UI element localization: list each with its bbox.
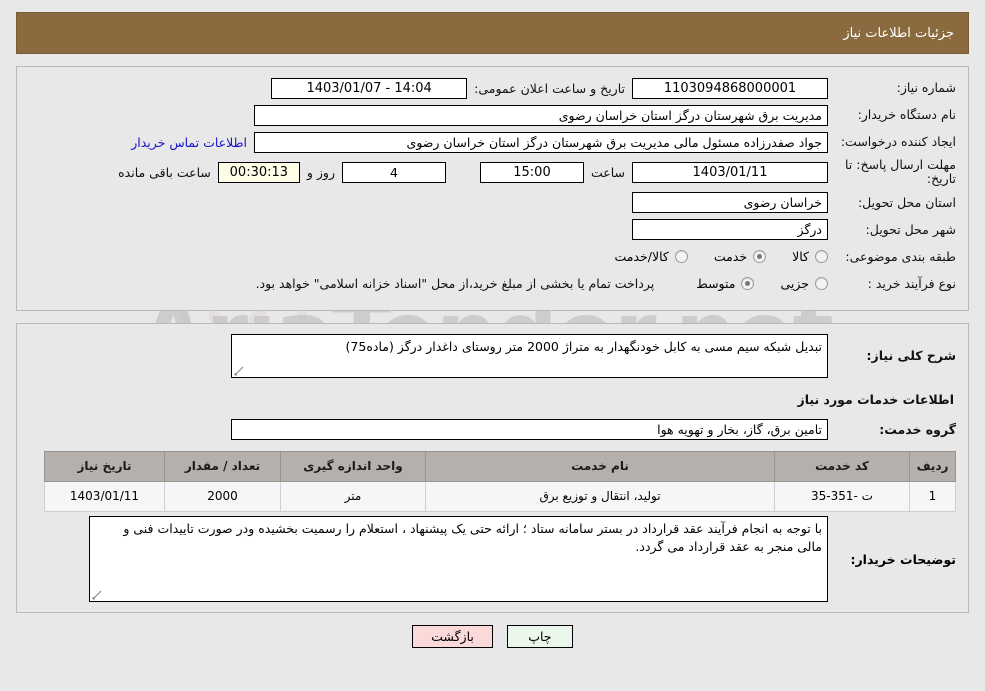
city-row: شهر محل تحویل: درگز: [29, 219, 956, 241]
resize-grip-icon: [92, 590, 102, 600]
province-label: استان محل تحویل:: [857, 194, 956, 210]
cell-row-no: 1: [909, 480, 956, 512]
process-option-motavaset[interactable]: متوسط: [696, 276, 755, 292]
resize-grip-icon: [234, 366, 244, 376]
page-header: جزئیات اطلاعات نیاز: [16, 12, 969, 54]
table-row: 1 ت -351-35 تولید، انتقال و توزیع برق مت…: [44, 480, 956, 512]
deadline-hour-label: ساعت: [590, 164, 625, 180]
need-number-label: شماره نیاز:: [896, 80, 956, 96]
service-group-label: گروه خدمت:: [879, 421, 956, 437]
radio-icon-motavaset[interactable]: [741, 277, 755, 291]
requester-value: جواد صفدرزاده مسئول مالی مدیریت برق شهرس…: [254, 131, 828, 153]
requester-row: ایجاد کننده درخواست: جواد صفدرزاده مسئول…: [29, 131, 956, 153]
page-root: جزئیات اطلاعات نیاز شماره نیاز: 11030948…: [0, 12, 985, 648]
process-radio-group: جزیی متوسط: [670, 276, 828, 291]
radio-icon-jozi[interactable]: [815, 277, 828, 291]
process-option-jozi[interactable]: جزیی: [780, 276, 828, 291]
services-table-body: 1 ت -351-35 تولید، انتقال و توزیع برق مت…: [44, 480, 956, 512]
remaining-days-label: روز و: [306, 164, 335, 180]
category-label: طبقه بندی موضوعی:: [845, 248, 956, 264]
need-details-panel: شرح کلی نیاز: تبدیل شبکه سیم مسی به کابل…: [16, 322, 969, 613]
category-option-kala-khedmat-label: کالا/خدمت: [614, 249, 669, 265]
category-option-kala-khedmat[interactable]: کالا/خدمت: [614, 249, 688, 265]
radio-icon-khedmat[interactable]: [753, 250, 767, 264]
need-number-value: 1103094868000001: [632, 77, 828, 99]
announce-datetime-value: 1403/01/07 - 14:04: [271, 77, 468, 99]
deadline-date-value: 1403/01/11: [632, 161, 828, 183]
back-button[interactable]: بازگشت: [412, 624, 493, 648]
buyer-org-label: نام دستگاه خریدار:: [857, 107, 956, 123]
description-label: شرح کلی نیاز:: [866, 347, 956, 363]
page-title: جزئیات اطلاعات نیاز: [843, 25, 954, 41]
process-row: نوع فرآیند خرید : جزیی متوسط پرداخت تمام…: [29, 273, 956, 295]
category-option-kala-label: کالا: [792, 249, 809, 265]
category-row: طبقه بندی موضوعی: کالا خدمت کالا/خدمت: [29, 246, 956, 268]
buyer-contact-link[interactable]: اطلاعات تماس خریدار: [131, 135, 247, 150]
col-service-code: کد خدمت: [774, 450, 910, 482]
requester-label: ایجاد کننده درخواست:: [840, 134, 956, 150]
process-label: نوع فرآیند خرید :: [867, 275, 956, 291]
col-need-date: تاریخ نیاز: [44, 450, 165, 482]
col-row-no: ردیف: [909, 450, 956, 482]
need-info-panel: شماره نیاز: 1103094868000001 تاریخ و ساع…: [16, 66, 969, 311]
buyer-org-row: نام دستگاه خریدار: مدیریت برق شهرستان در…: [29, 104, 956, 126]
buyer-notes-textarea[interactable]: با توجه به انجام فرآیند عقد قرارداد در ب…: [89, 515, 828, 602]
print-button[interactable]: چاپ: [506, 624, 573, 648]
col-quantity: تعداد / مقدار: [164, 450, 281, 482]
table-header-row: ردیف کد خدمت نام خدمت واحد اندازه گیری ت…: [44, 450, 956, 482]
need-number-row: شماره نیاز: 1103094868000001 تاریخ و ساع…: [29, 77, 956, 99]
process-option-motavaset-label: متوسط: [696, 276, 736, 292]
payment-note: پرداخت تمام یا بخشی از مبلغ خرید،از محل …: [255, 276, 655, 292]
description-row: شرح کلی نیاز: تبدیل شبکه سیم مسی به کابل…: [29, 333, 956, 378]
buyer-org-value: مدیریت برق شهرستان درگز استان خراسان رضو…: [254, 104, 828, 126]
radio-icon-kala-khedmat[interactable]: [674, 250, 688, 264]
category-option-kala[interactable]: کالا: [792, 249, 828, 264]
services-table-head: ردیف کد خدمت نام خدمت واحد اندازه گیری ت…: [44, 450, 956, 482]
deadline-row: مهلت ارسال پاسخ: تا تاریخ: 1403/01/11 سا…: [29, 157, 956, 187]
cell-unit: متر: [280, 480, 426, 512]
buyer-notes-row: توضیحات خریدار: با توجه به انجام فرآیند …: [29, 515, 956, 602]
announce-datetime-label: تاریخ و ساعت اعلان عمومی:: [474, 80, 625, 96]
cell-quantity: 2000: [164, 480, 281, 512]
cell-service-code: ت -351-35: [774, 480, 910, 512]
category-option-khedmat-label: خدمت: [713, 249, 748, 265]
col-unit: واحد اندازه گیری: [280, 450, 426, 482]
buyer-notes-label: توضیحات خریدار:: [850, 551, 956, 567]
col-service-name: نام خدمت: [425, 450, 775, 482]
category-radio-group: کالا خدمت کالا/خدمت: [588, 249, 828, 264]
services-section-title: اطلاعات خدمات مورد نیاز: [797, 391, 955, 407]
province-value: خراسان رضوی: [632, 192, 828, 214]
description-textarea[interactable]: تبدیل شبکه سیم مسی به کابل خودنگهدار به …: [231, 333, 828, 378]
province-row: استان محل تحویل: خراسان رضوی: [29, 192, 956, 214]
deadline-hour-value: 15:00: [479, 161, 584, 183]
city-value: درگز: [632, 219, 828, 241]
city-label: شهر محل تحویل:: [865, 221, 956, 237]
services-table: ردیف کد خدمت نام خدمت واحد اندازه گیری ت…: [44, 450, 956, 512]
footer-button-bar: چاپ بازگشت: [0, 624, 985, 648]
process-option-jozi-label: جزیی: [780, 276, 809, 292]
service-group-value: تامین برق، گاز، بخار و تهویه هوا: [231, 419, 828, 441]
category-option-khedmat[interactable]: خدمت: [713, 249, 767, 265]
remaining-days-value: 4: [341, 161, 446, 183]
radio-icon-kala[interactable]: [815, 250, 828, 264]
remaining-time-value: 00:30:13: [217, 161, 300, 183]
service-group-row: گروه خدمت: تامین برق، گاز، بخار و تهویه …: [29, 419, 956, 441]
cell-service-name: تولید، انتقال و توزیع برق: [425, 480, 775, 512]
cell-need-date: 1403/01/11: [44, 480, 165, 512]
deadline-label: مهلت ارسال پاسخ: تا تاریخ:: [845, 157, 956, 187]
remaining-time-label: ساعت باقی مانده: [118, 164, 211, 180]
